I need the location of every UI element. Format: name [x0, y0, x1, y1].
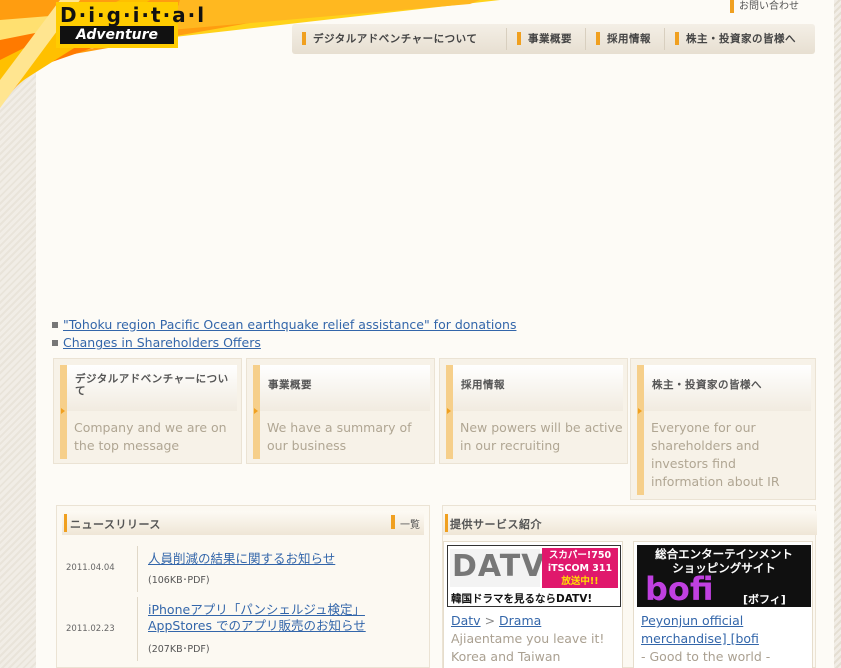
nav-item-recruit[interactable]: 採用情報 — [586, 28, 665, 50]
nav-item-label: 事業概要 — [528, 33, 572, 45]
card-business[interactable]: 事業概要 We have a summary of our business — [246, 358, 435, 464]
accent-bar — [64, 514, 67, 532]
service-card-bofi: 総合エンターテインメント ショッピングサイト bofi [ボフィ] Peyonj… — [633, 541, 813, 668]
datv-badge: スカパー!750 iTSCOM 311 放送中!! — [542, 548, 618, 588]
news-file-meta: (207KB･PDF) — [148, 644, 210, 655]
panel-title: ニュースリリース — [70, 518, 161, 531]
bofi-kana: [ボフィ] — [743, 593, 786, 606]
list-item: "Tohoku region Pacific Ocean earthquake … — [52, 316, 516, 334]
news-title-link[interactable]: 人員削減の結果に関するお知らせ — [148, 551, 335, 567]
notice-list: "Tohoku region Pacific Ocean earthquake … — [52, 316, 516, 352]
card-body: Everyone for our shareholders and invest… — [651, 420, 780, 489]
nav-item-ir[interactable]: 株主・投資家の皆様へ — [665, 28, 813, 50]
arrow-marker-icon — [302, 32, 306, 45]
service-description: Ajiaentame you leave it! Korea and Taiwa… — [451, 631, 605, 664]
card-about[interactable]: デジタルアドベンチャーについて Company and we are on th… — [53, 358, 242, 464]
card-title: 採用情報 — [461, 379, 505, 391]
card-body: We have a summary of our business — [267, 420, 412, 453]
arrow-right-icon — [447, 408, 451, 414]
arrow-right-icon — [638, 408, 642, 414]
service-link-datv[interactable]: Datv — [451, 613, 481, 628]
badge-line: スカパー!750 — [548, 550, 612, 561]
card-header: 株主・投資家の皆様へ — [638, 365, 811, 414]
logo-text-adventure: Adventure — [60, 26, 174, 44]
badge-line: 放送中!! — [561, 576, 599, 587]
datv-logo-box: DATV — [450, 549, 544, 587]
logo-text-digital: D·i·g·i·t·a·l — [60, 3, 207, 27]
site-logo[interactable]: D·i·g·i·t·a·l Adventure — [56, 2, 207, 48]
service-link-row: Datv > Drama — [451, 612, 618, 630]
divider — [137, 546, 138, 592]
arrow-marker-icon — [730, 0, 734, 13]
nav-item-label: 採用情報 — [607, 33, 651, 45]
notice-link-shareholders[interactable]: Changes in Shareholders Offers — [63, 335, 261, 350]
panel-title: 提供サービス紹介 — [450, 518, 542, 531]
nav-item-business[interactable]: 事業概要 — [507, 28, 586, 50]
bullet-square-icon — [52, 340, 58, 346]
card-recruit[interactable]: 採用情報 New powers will be active in our re… — [439, 358, 628, 464]
news-file-meta: (106KB･PDF) — [148, 575, 210, 586]
bofi-banner[interactable]: 総合エンターテインメント ショッピングサイト bofi [ボフィ] — [637, 545, 811, 607]
card-header: デジタルアドベンチャーについて — [61, 365, 237, 414]
service-card-datv: DATV スカパー!750 iTSCOM 311 放送中!! 韓国ドラマを見るな… — [443, 541, 623, 668]
list-item: Changes in Shareholders Offers — [52, 334, 516, 352]
tagline-line: 総合エンターテインメント — [655, 547, 793, 561]
view-all-link[interactable]: 一覧 — [391, 515, 420, 531]
datv-logo: DATV — [452, 549, 546, 584]
accent-bar — [445, 514, 448, 532]
panel-header: 提供サービス紹介 — [443, 511, 817, 535]
notice-link-earthquake[interactable]: "Tohoku region Pacific Ocean earthquake … — [63, 317, 516, 332]
arrow-right-icon — [61, 408, 65, 414]
arrow-marker-icon — [517, 32, 521, 45]
service-link-drama[interactable]: Drama — [499, 613, 541, 628]
arrow-marker-icon — [596, 32, 600, 45]
card-body: Company and we are on the top message — [74, 420, 227, 453]
news-date: 2011.04.04 — [66, 563, 115, 573]
view-all-label: 一覧 — [400, 520, 420, 531]
bullet-square-icon — [52, 322, 58, 328]
card-title: デジタルアドベンチャーについて — [75, 373, 229, 397]
news-title-link[interactable]: iPhoneアプリ「パンシェルジュ検定」AppStores でのアプリ販売のお知… — [148, 602, 388, 634]
bofi-logo: bofi — [645, 570, 714, 608]
card-stripe — [637, 365, 644, 495]
service-link-bofi[interactable]: Peyonjun official merchandise] [bofi — [641, 612, 808, 648]
panel-header: ニュースリリース 一覧 — [62, 511, 424, 535]
card-title: 株主・投資家の皆様へ — [652, 379, 762, 391]
contact-link[interactable]: お問い合わせ — [730, 0, 799, 16]
nav-item-label: 株主・投資家の皆様へ — [686, 33, 796, 45]
card-title: 事業概要 — [268, 379, 312, 391]
news-release-panel: ニュースリリース 一覧 2011.04.04 人員削減の結果に関するお知らせ (… — [56, 505, 430, 668]
service-panel: 提供サービス紹介 DATV スカパー!750 iTSCOM 311 放送中!! … — [442, 505, 817, 668]
page-edge — [834, 0, 841, 668]
badge-line: iTSCOM 311 — [547, 563, 613, 574]
arrow-right-icon — [254, 408, 258, 414]
card-ir[interactable]: 株主・投資家の皆様へ Everyone for our shareholders… — [630, 358, 816, 500]
nav-item-label: デジタルアドベンチャーについて — [313, 33, 478, 45]
card-body: New powers will be active in our recruit… — [460, 420, 623, 453]
card-header: 採用情報 — [447, 365, 623, 414]
contact-label: お問い合わせ — [739, 1, 799, 12]
nav-item-about[interactable]: デジタルアドベンチャーについて — [292, 28, 507, 50]
datv-caption: 韓国ドラマを見るならDATV! — [451, 593, 593, 605]
news-date: 2011.02.23 — [66, 624, 115, 634]
service-description: - Good to the world - — [641, 649, 771, 664]
global-nav: デジタルアドベンチャーについて 事業概要 採用情報 株主・投資家の皆様へ — [292, 24, 815, 54]
divider — [137, 597, 138, 661]
card-header: 事業概要 — [254, 365, 430, 414]
arrow-marker-icon — [391, 515, 395, 529]
datv-banner[interactable]: DATV スカパー!750 iTSCOM 311 放送中!! 韓国ドラマを見るな… — [447, 545, 621, 607]
arrow-marker-icon — [675, 32, 679, 45]
breadcrumb-separator: > — [484, 613, 496, 628]
